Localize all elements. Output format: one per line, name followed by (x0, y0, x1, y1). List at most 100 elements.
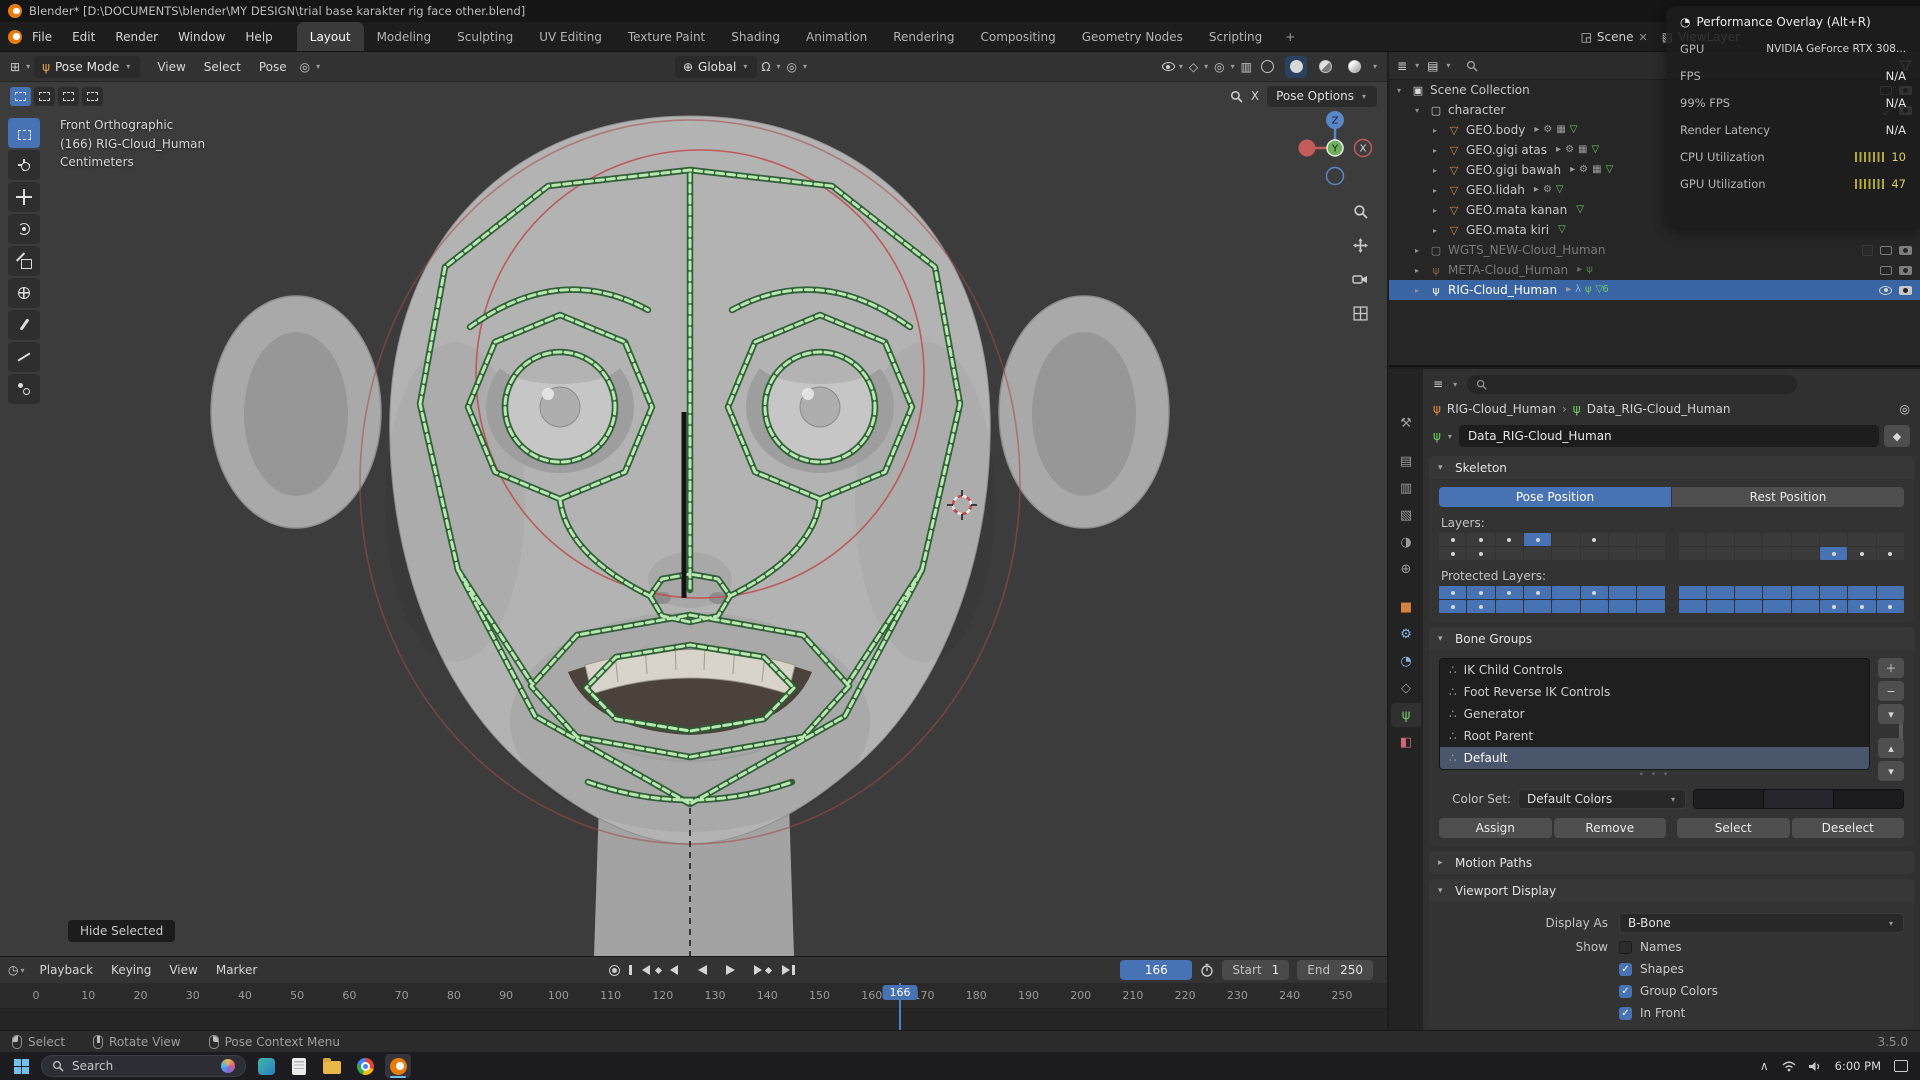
restriction-toggle-icon[interactable] (1862, 245, 1873, 256)
expand-arrow-icon[interactable]: ▸ (1433, 186, 1446, 195)
datablock-icon[interactable] (1570, 125, 1578, 135)
layer-cell[interactable] (1792, 547, 1819, 560)
layer-cell[interactable] (1524, 547, 1551, 560)
expand-arrow-icon[interactable]: ▸ (1415, 266, 1428, 275)
datablock-icon[interactable] (1576, 205, 1584, 215)
checkbox[interactable] (1619, 941, 1632, 954)
properties-tab[interactable] (1391, 449, 1421, 473)
properties-tab[interactable] (1391, 649, 1421, 673)
datablock-icon[interactable] (1558, 225, 1566, 235)
add-workspace-button[interactable]: + (1275, 22, 1305, 51)
blender-menu-icon[interactable] (8, 30, 22, 44)
layer-cell[interactable] (1552, 547, 1579, 560)
breadcrumb-object[interactable]: RIG-Cloud_Human (1447, 402, 1556, 416)
protected-layer-cell[interactable] (1637, 600, 1664, 613)
select-mode-button[interactable] (10, 87, 31, 106)
datablock-icon[interactable] (1566, 285, 1571, 295)
bone-group-row[interactable]: ∴ Generator (1440, 703, 1869, 725)
timeline-tracks[interactable] (0, 1009, 1387, 1031)
chevron-down-icon[interactable]: ▾ (18, 966, 26, 975)
checkbox-row[interactable]: Names (1619, 940, 1904, 954)
protected-layer-cell[interactable] (1792, 600, 1819, 613)
bone-color-normal[interactable] (1694, 790, 1763, 808)
toolbar-tool-button[interactable] (8, 118, 40, 148)
toolbar-tool-button[interactable] (8, 246, 40, 276)
viewport-menu[interactable]: Pose (250, 60, 296, 74)
gizmo-chevron-icon[interactable]: ▾ (1202, 62, 1210, 71)
datablock-icon[interactable] (1534, 185, 1539, 195)
protected-layer-cell[interactable] (1637, 586, 1664, 599)
datablock-icon[interactable] (1579, 165, 1588, 175)
layer-cell[interactable] (1707, 533, 1734, 546)
auto-keying-toggle-icon[interactable] (604, 960, 624, 980)
hidden-icons-chevron[interactable]: ∧ (1760, 1060, 1769, 1072)
properties-tab[interactable] (1391, 676, 1421, 700)
protected-layer-cell[interactable] (1679, 600, 1706, 613)
layer-cell[interactable] (1792, 533, 1819, 546)
layer-cell[interactable] (1848, 547, 1875, 560)
bone-color-select[interactable] (1763, 790, 1834, 808)
properties-search-input[interactable] (1467, 375, 1797, 394)
end-frame-field[interactable]: End 250 (1297, 960, 1373, 980)
datablock-icon[interactable] (1556, 145, 1561, 155)
workspace-tab[interactable]: Geometry Nodes (1069, 22, 1196, 51)
pose-position-button[interactable]: Pose Position (1439, 487, 1671, 507)
checkbox-row[interactable]: Shapes (1619, 962, 1904, 976)
layer-cell[interactable] (1820, 547, 1847, 560)
protected-layer-cell[interactable] (1552, 586, 1579, 599)
properties-tab[interactable] (1391, 703, 1421, 727)
protected-layer-cell[interactable] (1679, 586, 1706, 599)
unlink-scene-icon[interactable]: ✕ (1639, 31, 1648, 44)
fake-user-shield-icon[interactable]: ◆ (1884, 425, 1910, 447)
object-visibility-icon[interactable] (1162, 62, 1175, 71)
show-gizmo-icon[interactable]: ◇ (1187, 61, 1200, 73)
wifi-icon[interactable] (1782, 1061, 1796, 1072)
workspace-tab[interactable]: Scripting (1196, 22, 1275, 51)
layer-cell[interactable] (1877, 533, 1904, 546)
shading-rendered-button[interactable] (1343, 56, 1365, 78)
select-mode-button[interactable] (82, 87, 103, 106)
chevron-down-icon[interactable]: ▾ (1413, 61, 1421, 70)
remove-bone-group-button[interactable]: − (1878, 681, 1904, 701)
datablock-icon[interactable] (1543, 185, 1552, 195)
panel-header-motion-paths[interactable]: ▸ Motion Paths (1429, 851, 1914, 874)
pose-options-dropdown[interactable]: Pose Options ▾ (1267, 86, 1377, 107)
protected-layer-cell[interactable] (1877, 600, 1904, 613)
shading-solid-button[interactable] (1285, 56, 1307, 78)
protected-layer-cell[interactable] (1609, 586, 1636, 599)
chevron-down-icon[interactable]: ▾ (1444, 61, 1452, 70)
timeline-playhead[interactable]: 166 (899, 983, 901, 1030)
toolbar-tool-button[interactable] (8, 374, 40, 404)
protected-layer-cell[interactable] (1467, 586, 1494, 599)
orthographic-grid-icon[interactable] (1349, 302, 1371, 324)
checkbox[interactable] (1619, 963, 1632, 976)
protected-layer-cell[interactable] (1439, 600, 1466, 613)
restriction-toggle-icon[interactable] (1899, 266, 1912, 275)
expand-arrow-icon[interactable]: ▸ (1433, 126, 1446, 135)
layer-cell[interactable] (1552, 533, 1579, 546)
datablock-icon[interactable] (1585, 285, 1592, 295)
axis-z-negative[interactable] (1327, 168, 1344, 185)
outliner-row[interactable]: ▸ RIG-Cloud_Human (1389, 280, 1920, 300)
expand-arrow-icon[interactable]: ▾ (1415, 106, 1428, 115)
layer-cell[interactable] (1581, 547, 1608, 560)
restriction-toggle-icon[interactable] (1899, 286, 1912, 295)
workspace-tab[interactable]: Modeling (364, 22, 445, 51)
workspace-tab[interactable]: Compositing (967, 22, 1068, 51)
layer-cell[interactable] (1877, 547, 1904, 560)
workspace-tab[interactable]: Shading (718, 22, 793, 51)
layer-cell[interactable] (1637, 547, 1664, 560)
expand-arrow-icon[interactable]: ▸ (1415, 286, 1428, 295)
pan-hand-icon[interactable] (1349, 234, 1371, 256)
protected-layer-cell[interactable] (1581, 600, 1608, 613)
workspace-tab[interactable]: Layout (297, 22, 364, 51)
pivot-chevron-icon[interactable]: ▾ (314, 62, 322, 71)
navigation-gizmo[interactable]: Z X Y (1293, 106, 1377, 190)
shading-chevron-icon[interactable]: ▾ (1371, 62, 1379, 71)
layer-cell[interactable] (1707, 547, 1734, 560)
protected-layer-cell[interactable] (1524, 600, 1551, 613)
visibility-chevron-icon[interactable]: ▾ (1177, 62, 1185, 71)
checkbox-row[interactable]: In Front (1619, 1006, 1904, 1020)
operator-redo-panel[interactable]: Hide Selected (68, 920, 175, 942)
properties-tab[interactable] (1391, 476, 1421, 500)
